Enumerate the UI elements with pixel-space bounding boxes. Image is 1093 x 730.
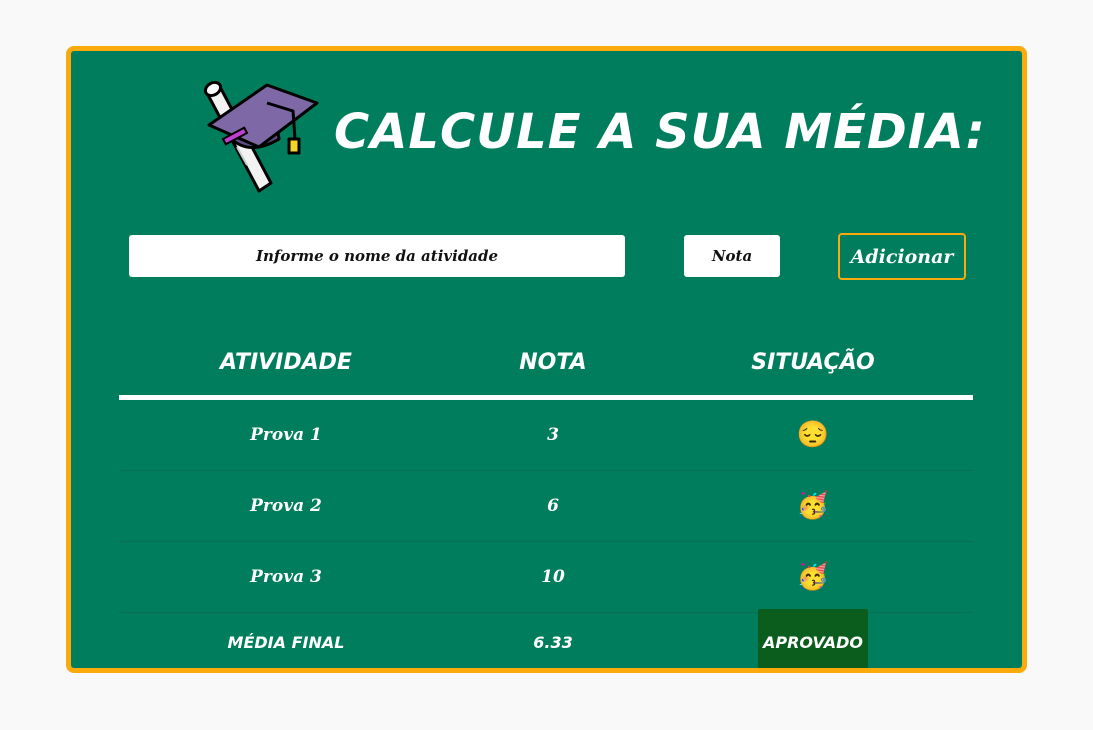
activity-cell: Prova 2 [250, 496, 322, 516]
grade-cell: 6 [547, 496, 559, 516]
column-header-activity: Atividade [220, 350, 352, 375]
calculator-board: Calcule a sua média: Adicionar Atividade… [66, 46, 1027, 673]
page-title: Calcule a sua média: [334, 104, 986, 160]
final-average-value: 6.33 [533, 633, 573, 652]
column-header-grade: Nota [519, 350, 587, 375]
graduation-cap-diploma-icon [203, 80, 319, 193]
table-row: Prova 1 3 😔 [119, 400, 973, 471]
grade-cell: 3 [547, 425, 559, 445]
table-footer: Média final 6.33 Aprovado [119, 609, 973, 668]
grade-cell: 10 [541, 567, 565, 587]
activity-cell: Prova 3 [250, 567, 322, 587]
table-row: Prova 2 6 🥳 [119, 471, 973, 542]
party-face-icon: 🥳 [796, 491, 830, 521]
approved-badge: Aprovado [757, 609, 869, 668]
add-button[interactable]: Adicionar [838, 233, 966, 280]
grade-input[interactable] [684, 235, 780, 277]
add-activity-form: Adicionar [71, 233, 1022, 281]
party-face-icon: 🥳 [796, 562, 830, 592]
activity-name-input[interactable] [129, 235, 625, 277]
activity-cell: Prova 1 [250, 425, 322, 445]
column-header-status: Situação [751, 350, 875, 375]
result-cell: Aprovado [653, 609, 973, 668]
final-average-label: Média final [227, 633, 345, 652]
sad-face-icon: 😔 [796, 420, 830, 450]
grades-table: Atividade Nota Situação Prova 1 3 😔 Prov… [119, 331, 973, 668]
table-header: Atividade Nota Situação [119, 331, 973, 400]
table-row: Prova 3 10 🥳 [119, 542, 973, 613]
header: Calcule a sua média: [71, 71, 1022, 201]
